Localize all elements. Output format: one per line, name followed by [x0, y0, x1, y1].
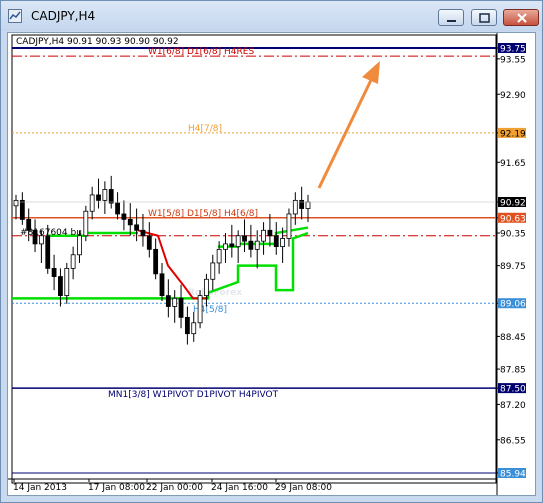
- candle-body: [153, 248, 159, 275]
- minimize-icon: [447, 20, 456, 22]
- candle-body: [165, 295, 171, 307]
- y-tick-label: 86.55: [500, 436, 526, 446]
- price-label: 93.75: [500, 45, 526, 55]
- y-tick-label: 92.90: [500, 91, 526, 101]
- candle-body: [184, 316, 190, 335]
- candle-body: [235, 235, 241, 248]
- chart-icon: [8, 9, 22, 23]
- minimize-button[interactable]: [438, 9, 464, 26]
- x-tick-label: 14 Jan 2013: [13, 483, 67, 493]
- level-label: W1[5/8] D1[5/8] H4[6/8]: [148, 209, 258, 219]
- candle-body: [223, 243, 228, 250]
- candle-body: [261, 229, 266, 242]
- y-tick-label: 88.45: [500, 333, 526, 343]
- candle-body: [216, 248, 222, 264]
- candle-body: [191, 322, 197, 335]
- price-label: 87.50: [500, 385, 526, 395]
- candle-body: [89, 194, 95, 212]
- price-label: 92.19: [500, 129, 526, 139]
- x-tick-label: 17 Jan 08:00: [88, 483, 145, 493]
- close-button[interactable]: [503, 9, 539, 26]
- candle-body: [178, 297, 184, 318]
- price-label: 85.94: [500, 470, 526, 480]
- candle-body: [108, 189, 114, 204]
- y-tick-label: 87.20: [500, 401, 526, 411]
- candle-body: [121, 213, 127, 220]
- candle-body: [13, 199, 19, 207]
- price-label: 90.63: [500, 214, 526, 224]
- candle-body: [254, 240, 260, 250]
- candle-body: [64, 267, 70, 296]
- y-tick-label: 89.75: [500, 262, 526, 272]
- forecast-arrowhead: [362, 61, 380, 84]
- candle-body: [280, 238, 286, 248]
- candle-body: [305, 201, 311, 209]
- price-chart[interactable]: RoboForex W1[6/8] D1[6/8] H4RES H4[7/8] W1[…: [7, 32, 536, 496]
- candle-body: [77, 235, 82, 256]
- candle-body: [248, 240, 254, 250]
- candle-body: [115, 202, 120, 215]
- candle-body: [229, 243, 235, 248]
- candle-body: [70, 254, 76, 269]
- candle-body: [286, 213, 292, 239]
- candle-body: [51, 267, 57, 277]
- candle-body: [83, 210, 89, 237]
- candle-body: [102, 189, 108, 201]
- candle-body: [292, 199, 298, 215]
- candle-body: [267, 229, 273, 237]
- candle-body: [204, 278, 209, 296]
- ohlc-readout: CADJPY,H4 90.91 90.93 90.90 90.92: [16, 37, 179, 47]
- candle-body: [172, 297, 178, 307]
- candle-body: [273, 235, 279, 248]
- level-label: W1[6/8] D1[6/8] H4RES: [148, 47, 254, 57]
- y-tick-label: 90.35: [500, 230, 526, 240]
- candle-body: [134, 224, 140, 231]
- plot-frame: [11, 34, 497, 484]
- candle-body: [45, 235, 51, 269]
- candle-body: [96, 194, 101, 201]
- restore-button[interactable]: [471, 9, 497, 26]
- candle-body: [58, 276, 63, 296]
- candle-body: [159, 273, 165, 296]
- window-title: CADJPY,H4: [31, 9, 96, 23]
- candle-body: [146, 235, 152, 250]
- price-label: 89.06: [500, 300, 526, 310]
- x-tick-label: 24 Jan 16:00: [211, 483, 268, 493]
- candle-body: [19, 199, 25, 220]
- x-tick-label: 22 Jan 00:00: [146, 483, 203, 493]
- level-label: H4[7/8]: [188, 124, 222, 134]
- order-label: #8167604 bu: [20, 228, 82, 238]
- y-tick-label: 87.85: [500, 366, 526, 376]
- x-tick-label: 29 Jan 08:00: [275, 483, 332, 493]
- level-label: MN1[3/8] W1PIVOT D1PIVOT H4PIVOT: [108, 390, 279, 400]
- close-icon: [517, 13, 527, 23]
- candle-body: [197, 295, 203, 324]
- title-bar[interactable]: CADJPY,H4: [1, 1, 542, 31]
- candle-body: [299, 199, 305, 209]
- chart-window: CADJPY,H4 RoboForex W1[6/8] D1[6/8] H4RES…: [0, 0, 543, 503]
- restore-icon: [479, 13, 490, 23]
- y-tick-label: 93.55: [500, 55, 526, 65]
- candle-body: [210, 262, 216, 280]
- candle-body: [242, 235, 247, 242]
- chart-canvas[interactable]: RoboForexW1[6/8] D1[6/8] H4RESH4[7/8]W1[…: [8, 33, 536, 496]
- candle-body: [140, 229, 146, 237]
- candle-body: [127, 219, 133, 226]
- price-label: 90.92: [500, 199, 526, 209]
- y-tick-label: 91.65: [500, 159, 526, 169]
